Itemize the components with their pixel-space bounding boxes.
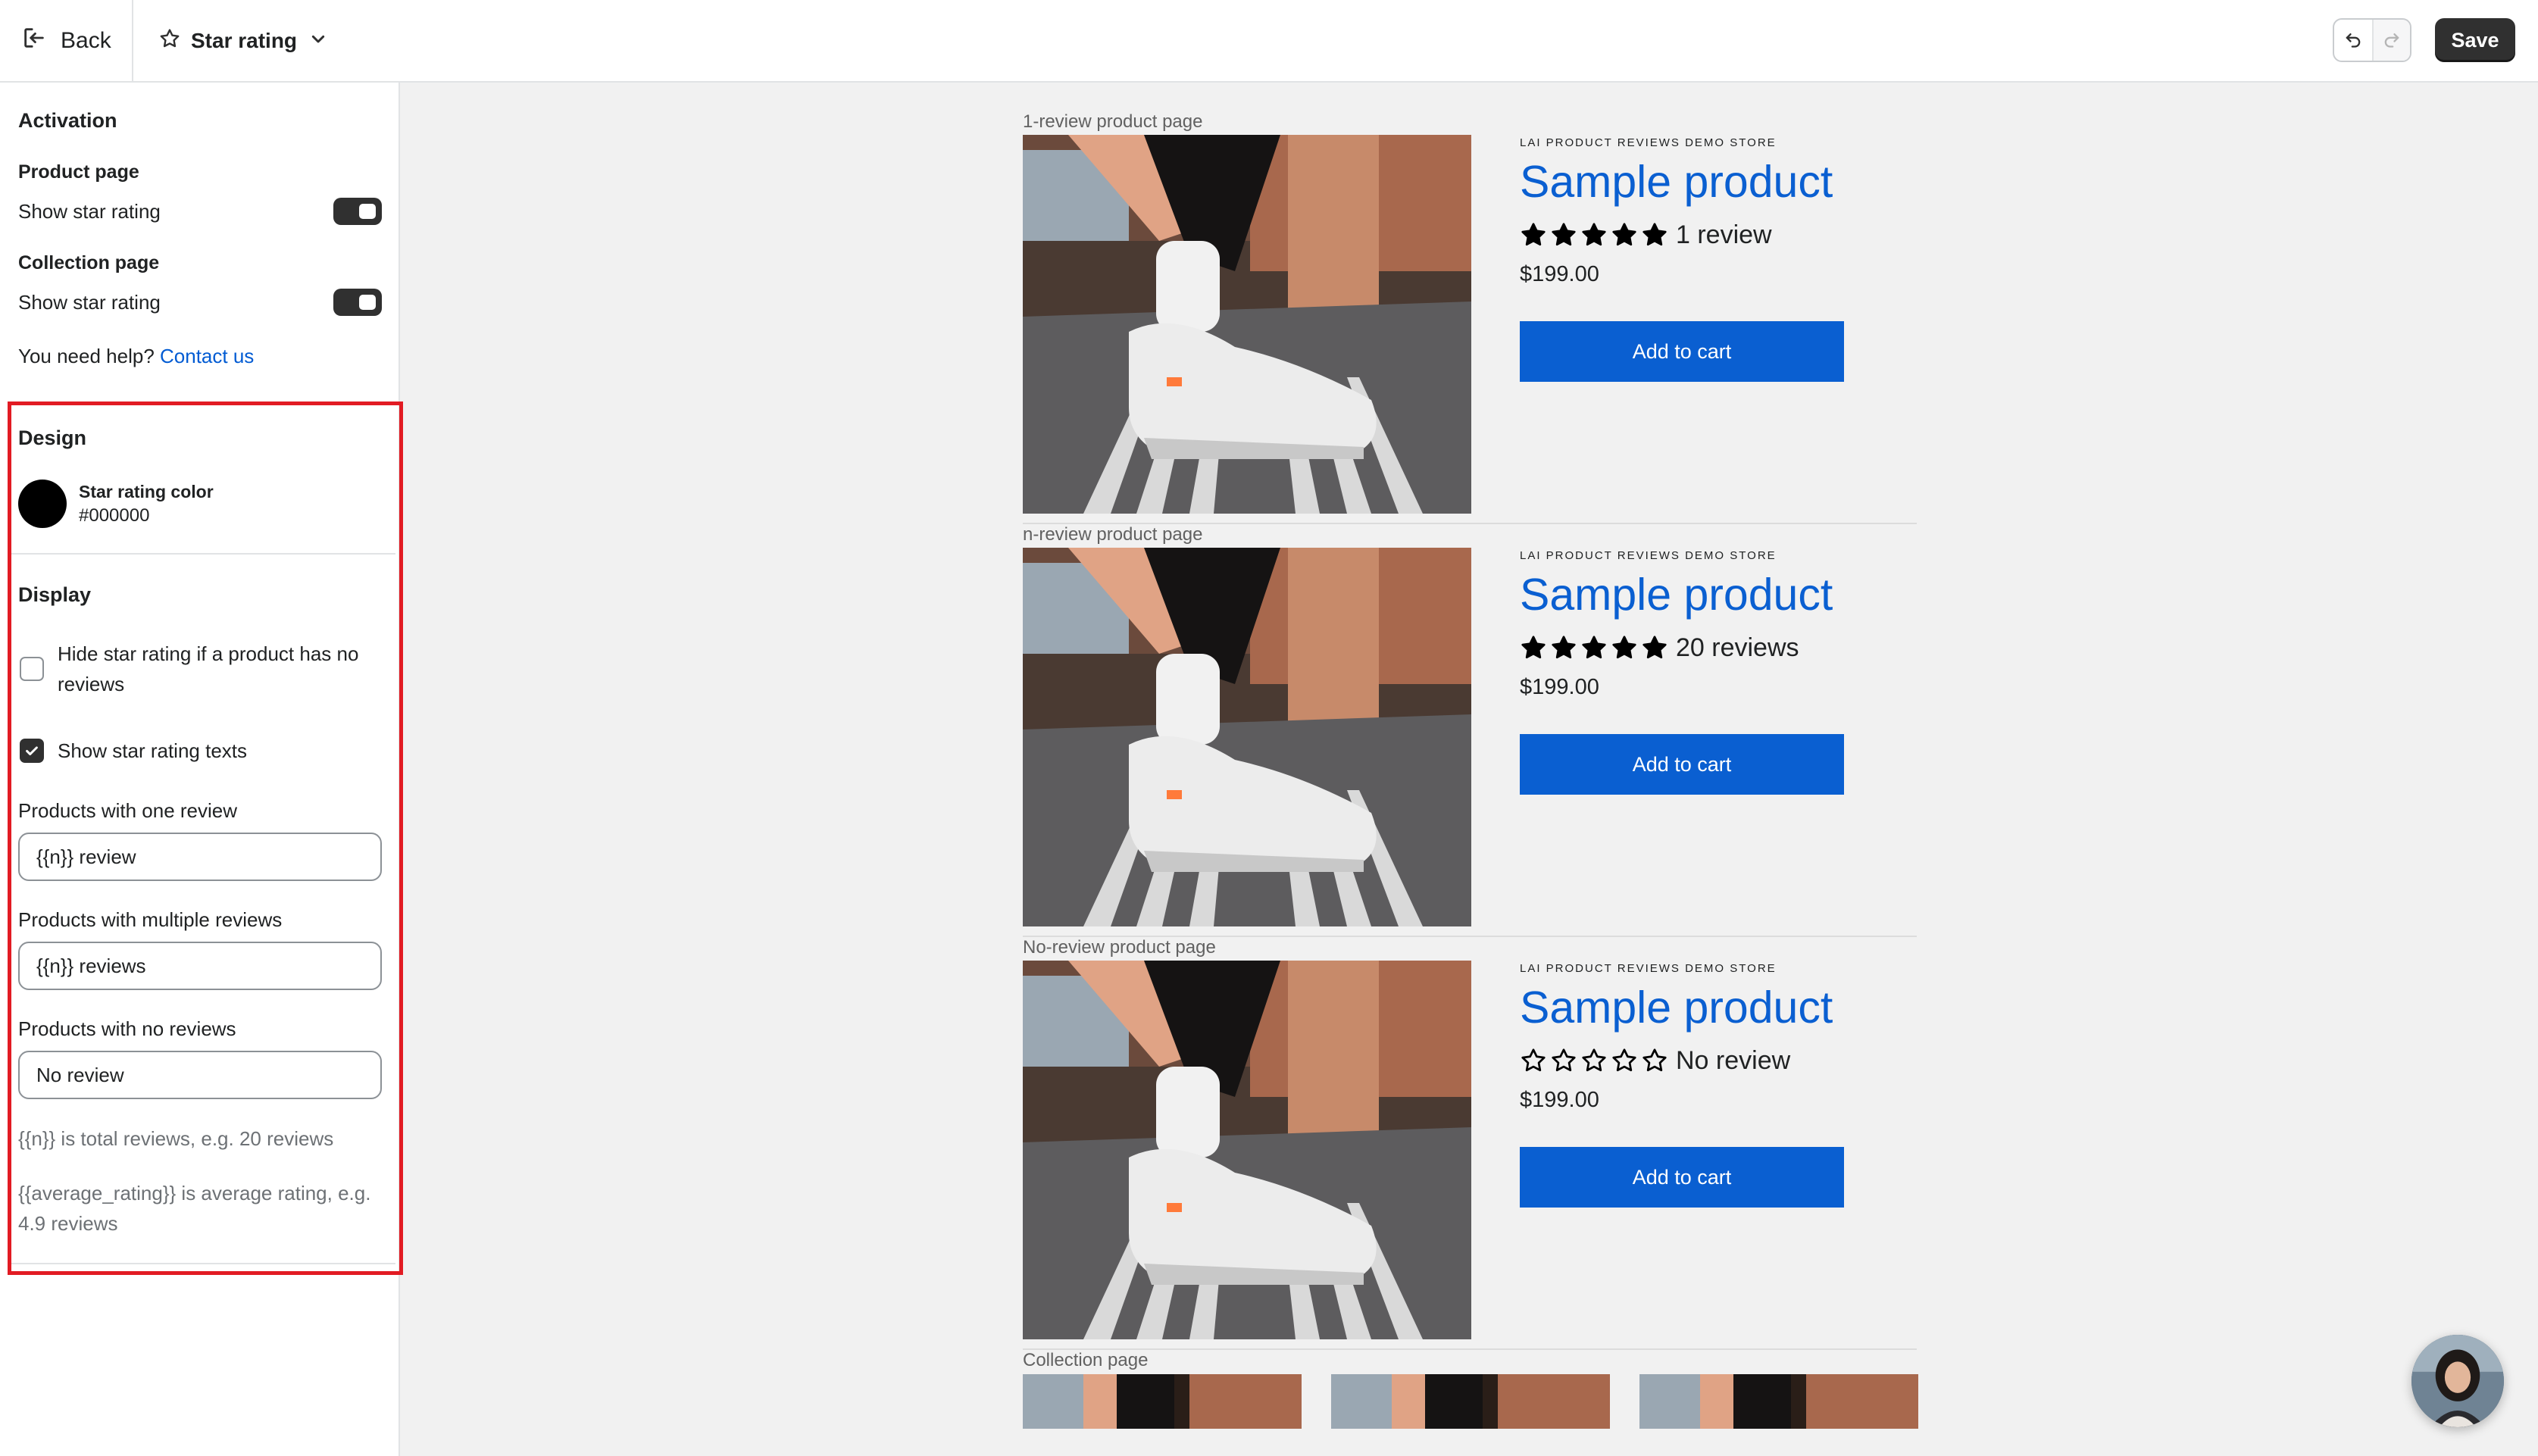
undo-icon [2343, 28, 2364, 53]
product-title: Sample product [1520, 983, 1833, 1033]
stars [1520, 1047, 1668, 1074]
preview-section-label: 1-review product page [1023, 111, 1203, 132]
store-vendor: LAI PRODUCT REVIEWS DEMO STORE [1520, 136, 1777, 149]
help-text: You need help? [18, 345, 155, 367]
save-button[interactable]: Save [2435, 18, 2515, 62]
collection-page-title: Collection page [18, 252, 160, 273]
person-avatar-icon [2411, 1335, 2504, 1427]
store-vendor: LAI PRODUCT REVIEWS DEMO STORE [1520, 962, 1777, 975]
add-to-cart-button[interactable]: Add to cart [1520, 1147, 1844, 1208]
star-rating-row: No review [1520, 1044, 1790, 1077]
help-line: You need help? Contact us [18, 345, 254, 368]
back-button[interactable]: Back [21, 21, 111, 61]
product-page-title: Product page [18, 161, 139, 183]
support-chat-avatar[interactable] [2411, 1335, 2504, 1427]
highlight-annotation-box [8, 401, 403, 1275]
star-empty-icon [1612, 1048, 1636, 1072]
star-filled-icon [1612, 223, 1636, 246]
collection-thumbnail [1639, 1374, 1918, 1429]
star-empty-icon [1582, 1048, 1606, 1072]
store-vendor: LAI PRODUCT REVIEWS DEMO STORE [1520, 549, 1777, 562]
star-filled-icon [1582, 223, 1606, 246]
exit-icon [21, 25, 47, 57]
product-page-star-toggle[interactable] [333, 198, 382, 225]
redo-button[interactable] [2372, 20, 2410, 61]
activation-title: Activation [18, 109, 117, 132]
product-page-toggle-label: Show star rating [18, 200, 161, 223]
star-empty-icon [1643, 1048, 1667, 1072]
preview-separator [1023, 936, 1917, 937]
redo-icon [2381, 28, 2402, 53]
stars [1520, 221, 1668, 248]
collection-section-label: Collection page [1023, 1350, 1149, 1370]
product-image [1023, 961, 1471, 1339]
add-to-cart-button[interactable]: Add to cart [1520, 734, 1844, 795]
undo-redo-group [2333, 18, 2411, 62]
add-to-cart-button[interactable]: Add to cart [1520, 321, 1844, 382]
star-empty-icon [1552, 1048, 1576, 1072]
rating-text: 1 review [1676, 220, 1772, 249]
stars [1520, 634, 1668, 661]
collection-page-toggle-label: Show star rating [18, 291, 161, 314]
star-empty-icon [1521, 1048, 1546, 1072]
preview-section-label: n-review product page [1023, 524, 1203, 545]
rating-text: 20 reviews [1676, 633, 1799, 662]
product-title: Sample product [1520, 157, 1833, 207]
collection-thumbnail [1331, 1374, 1610, 1429]
product-price: $199.00 [1520, 675, 1599, 699]
star-filled-icon [1552, 636, 1576, 659]
preview-separator [1023, 523, 1917, 524]
chevron-down-icon [306, 27, 330, 56]
rating-text: No review [1676, 1045, 1791, 1075]
star-filled-icon [1521, 636, 1546, 659]
star-outline-icon [158, 27, 182, 56]
top-bar: Back Star rating Save [0, 0, 2538, 83]
star-filled-icon [1582, 636, 1606, 659]
collection-page-star-toggle[interactable] [333, 289, 382, 316]
topbar-divider [132, 0, 133, 81]
star-filled-icon [1612, 636, 1636, 659]
back-label: Back [61, 28, 111, 53]
star-rating-row: 20 reviews [1520, 631, 1799, 664]
star-filled-icon [1552, 223, 1576, 246]
collection-thumbnail [1023, 1374, 1302, 1429]
star-filled-icon [1521, 223, 1546, 246]
product-image [1023, 135, 1471, 514]
preview-separator [1023, 1348, 1917, 1350]
contact-us-link[interactable]: Contact us [160, 345, 254, 367]
product-title: Sample product [1520, 570, 1833, 620]
product-image [1023, 548, 1471, 926]
undo-button[interactable] [2334, 20, 2372, 61]
preview-section-label: No-review product page [1023, 937, 1216, 958]
product-price: $199.00 [1520, 262, 1599, 286]
star-filled-icon [1643, 223, 1667, 246]
star-rating-row: 1 review [1520, 218, 1772, 252]
page-picker-label: Star rating [191, 29, 298, 52]
page-picker-dropdown[interactable]: Star rating [158, 21, 330, 61]
product-price: $199.00 [1520, 1088, 1599, 1112]
star-filled-icon [1643, 636, 1667, 659]
